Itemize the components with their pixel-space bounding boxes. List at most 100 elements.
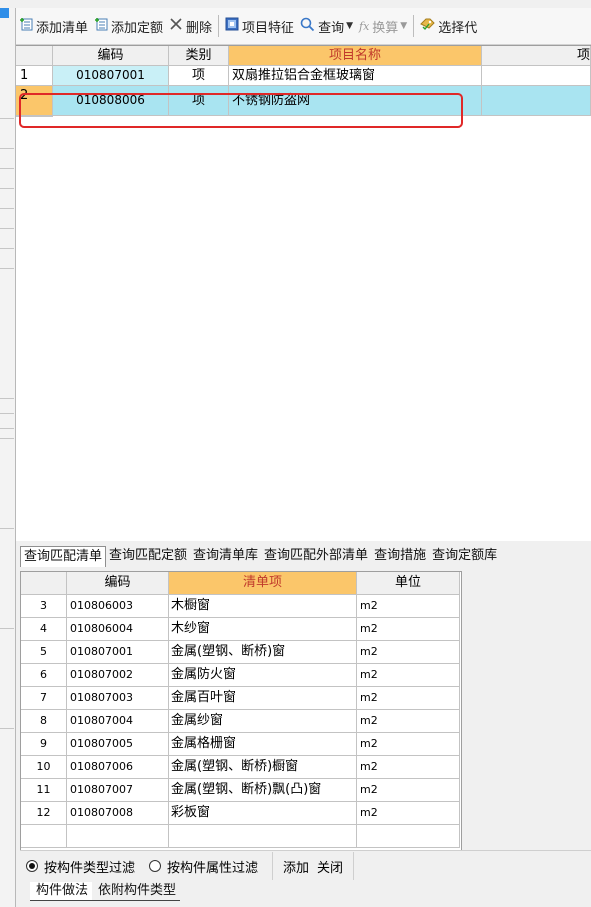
delete-label: 删除 bbox=[186, 20, 213, 36]
column-header-name[interactable]: 项目名称 bbox=[229, 46, 482, 66]
type-cell[interactable]: 项 bbox=[169, 66, 229, 86]
tab-query-measures[interactable]: 查询措施 bbox=[371, 546, 429, 566]
list-item-cell[interactable]: 木纱窗 bbox=[169, 618, 357, 641]
code-cell[interactable]: 010808006 bbox=[53, 86, 169, 116]
search-label: 查询 bbox=[318, 20, 345, 36]
table-row-selected[interactable]: 2 010808006 项 不锈钢防盗网 bbox=[16, 86, 591, 116]
code-cell[interactable]: 010807008 bbox=[67, 802, 169, 825]
table-row[interactable]: 7 010807003 金属百叶窗 m2 bbox=[21, 687, 461, 710]
name-cell[interactable]: 双扇推拉铝合金框玻璃窗 bbox=[229, 66, 482, 86]
tab-query-match-list[interactable]: 查询匹配清单 bbox=[20, 546, 107, 567]
code-cell[interactable]: 010807003 bbox=[67, 687, 169, 710]
select-icon bbox=[420, 17, 435, 35]
empty-cell bbox=[357, 825, 460, 848]
code-cell[interactable]: 010807002 bbox=[67, 664, 169, 687]
list-item-cell[interactable]: 金属(塑钢、断桥)窗 bbox=[169, 641, 357, 664]
filter-separator bbox=[353, 852, 355, 880]
table-row[interactable]: 10 010807006 金属(塑钢、断桥)橱窗 m2 bbox=[21, 756, 461, 779]
formula-dropdown-button[interactable]: fx 换算 ▼ bbox=[356, 13, 410, 39]
table-row[interactable]: 9 010807005 金属格栅窗 m2 bbox=[21, 733, 461, 756]
code-cell[interactable]: 010807001 bbox=[67, 641, 169, 664]
column-header-type[interactable]: 类别 bbox=[169, 46, 229, 66]
empty-cell bbox=[21, 825, 67, 848]
feature-cell[interactable] bbox=[482, 66, 591, 86]
filter-by-attribute-radio[interactable] bbox=[149, 860, 162, 872]
query-panel: 查询匹配清单 查询匹配定额 查询清单库 查询匹配外部清单 查询措施 查询定额库 … bbox=[16, 541, 591, 907]
delete-button[interactable]: 删除 bbox=[166, 13, 215, 39]
project-feature-button[interactable]: 项目特征 bbox=[222, 13, 297, 39]
search-dropdown-button[interactable]: 查询 ▼ bbox=[297, 13, 356, 39]
unit-cell[interactable]: m2 bbox=[357, 687, 460, 710]
unit-cell[interactable]: m2 bbox=[357, 802, 460, 825]
row-number: 3 bbox=[21, 595, 67, 618]
table-row[interactable]: 6 010807002 金属防火窗 m2 bbox=[21, 664, 461, 687]
list-item-cell[interactable]: 金属(塑钢、断桥)飘(凸)窗 bbox=[169, 779, 357, 802]
list-item-cell[interactable]: 金属(塑钢、断桥)橱窗 bbox=[169, 756, 357, 779]
table-row[interactable]: 8 010807004 金属纱窗 m2 bbox=[21, 710, 461, 733]
unit-cell[interactable]: m2 bbox=[357, 641, 460, 664]
unit-cell[interactable]: m2 bbox=[357, 779, 460, 802]
table-row[interactable]: 11 010807007 金属(塑钢、断桥)飘(凸)窗 m2 bbox=[21, 779, 461, 802]
filter-by-type-radio[interactable] bbox=[26, 860, 38, 872]
add-list-label: 添加清单 bbox=[36, 20, 89, 36]
project-feature-label: 项目特征 bbox=[242, 20, 295, 36]
tab-query-match-quota[interactable]: 查询匹配定额 bbox=[106, 546, 190, 566]
tab-query-external-list[interactable]: 查询匹配外部清单 bbox=[261, 546, 371, 566]
code-cell[interactable]: 010807001 bbox=[53, 66, 169, 86]
delete-icon bbox=[169, 17, 183, 35]
code-cell[interactable]: 010806003 bbox=[67, 595, 169, 618]
list-item-cell[interactable]: 金属防火窗 bbox=[169, 664, 357, 687]
table-row-partial[interactable] bbox=[21, 825, 461, 848]
unit-cell[interactable]: m2 bbox=[357, 733, 460, 756]
row-number: 9 bbox=[21, 733, 67, 756]
unit-cell[interactable]: m2 bbox=[357, 618, 460, 641]
select-button[interactable]: 选择代 bbox=[417, 13, 480, 39]
chevron-down-icon: ▼ bbox=[346, 21, 353, 31]
tab-query-quota-library[interactable]: 查询定额库 bbox=[429, 546, 500, 566]
match-grid-header: 编码 清单项 单位 bbox=[21, 572, 461, 595]
column-header-list-item[interactable]: 清单项 bbox=[169, 572, 357, 595]
list-item-cell[interactable]: 金属纱窗 bbox=[169, 710, 357, 733]
search-icon bbox=[300, 17, 315, 36]
table-row[interactable]: 3 010806003 木橱窗 m2 bbox=[21, 595, 461, 618]
name-cell[interactable]: 不锈钢防盗网 bbox=[229, 86, 482, 116]
code-cell[interactable]: 010806004 bbox=[67, 618, 169, 641]
column-header-unit[interactable]: 单位 bbox=[357, 572, 460, 595]
filter-by-attribute-label[interactable]: 按构件属性过滤 bbox=[167, 857, 258, 876]
table-row[interactable]: 1 010807001 项 双扇推拉铝合金框玻璃窗 bbox=[16, 66, 591, 86]
list-item-cell[interactable]: 金属格栅窗 bbox=[169, 733, 357, 756]
add-button[interactable]: 添加 bbox=[283, 857, 309, 876]
table-row[interactable]: 4 010806004 木纱窗 m2 bbox=[21, 618, 461, 641]
unit-cell[interactable]: m2 bbox=[357, 664, 460, 687]
list-item-cell[interactable]: 彩板窗 bbox=[169, 802, 357, 825]
feature-cell[interactable] bbox=[482, 86, 591, 116]
unit-cell[interactable]: m2 bbox=[357, 710, 460, 733]
formula-label: 换算 bbox=[372, 20, 399, 36]
tab-attached-component-type[interactable]: 依附构件类型 bbox=[92, 882, 181, 901]
unit-cell[interactable]: m2 bbox=[357, 595, 460, 618]
formula-icon: fx bbox=[359, 19, 370, 33]
code-cell[interactable]: 010807007 bbox=[67, 779, 169, 802]
match-list-grid: 编码 清单项 单位 3 010806003 木橱窗 m2 4 010806004 木纱窗 m2… bbox=[20, 571, 462, 851]
filter-by-type-label[interactable]: 按构件类型过滤 bbox=[44, 857, 135, 876]
project-feature-icon bbox=[225, 17, 239, 35]
code-cell[interactable]: 010807004 bbox=[67, 710, 169, 733]
list-item-cell[interactable]: 木橱窗 bbox=[169, 595, 357, 618]
code-cell[interactable]: 010807006 bbox=[67, 756, 169, 779]
tab-query-list-library[interactable]: 查询清单库 bbox=[190, 546, 261, 566]
column-header-code[interactable]: 编码 bbox=[53, 46, 169, 66]
table-row[interactable]: 12 010807008 彩板窗 m2 bbox=[21, 802, 461, 825]
unit-cell[interactable]: m2 bbox=[357, 756, 460, 779]
code-cell[interactable]: 010807005 bbox=[67, 733, 169, 756]
add-list-button[interactable]: 添加清单 bbox=[16, 13, 91, 39]
column-header-code[interactable]: 编码 bbox=[67, 572, 169, 595]
type-cell[interactable]: 项 bbox=[169, 86, 229, 116]
table-row[interactable]: 5 010807001 金属(塑钢、断桥)窗 m2 bbox=[21, 641, 461, 664]
close-button[interactable]: 关闭 bbox=[317, 857, 343, 876]
add-quota-button[interactable]: 添加定额 bbox=[91, 13, 166, 39]
column-header-feature[interactable]: 项 bbox=[482, 46, 591, 66]
toolbar: 添加清单 添加定额 删除 项目特征 查询 ▼ fx 换算 ▼ 选择代 bbox=[16, 8, 591, 45]
tab-component-method[interactable]: 构件做法 bbox=[30, 882, 93, 901]
add-list-icon bbox=[19, 17, 33, 35]
list-item-cell[interactable]: 金属百叶窗 bbox=[169, 687, 357, 710]
